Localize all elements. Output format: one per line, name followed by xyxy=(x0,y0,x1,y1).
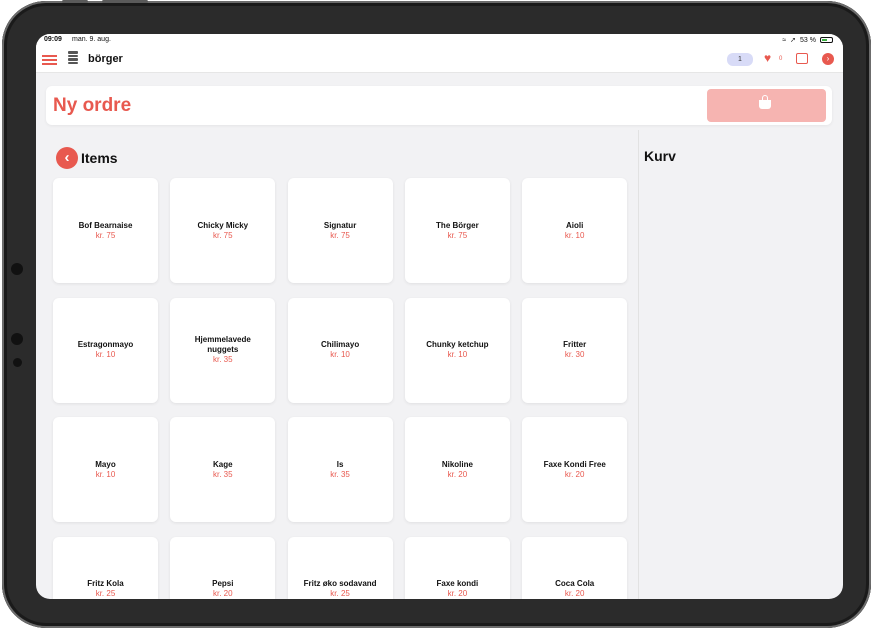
item-name: The Börger xyxy=(436,220,479,230)
item-name: Signatur xyxy=(323,220,357,230)
battery-percent: 53 % xyxy=(800,36,816,44)
hamburger-menu-icon[interactable] xyxy=(42,55,57,65)
battery-icon xyxy=(820,37,833,43)
item-name: Mayo xyxy=(95,459,116,469)
item-card[interactable]: Coca Cola kr. 20 xyxy=(522,536,628,599)
logout-icon[interactable]: › xyxy=(822,53,834,65)
item-card[interactable]: Estragonmayo kr. 10 xyxy=(53,297,158,403)
item-name: Nikoline xyxy=(441,459,473,469)
item-name: Coca Cola xyxy=(555,579,595,589)
item-card[interactable]: Is kr. 35 xyxy=(287,417,393,523)
item-price: kr. 10 xyxy=(564,230,585,240)
item-name: Faxe Kondi Free xyxy=(543,459,606,469)
order-count-badge[interactable]: 1 xyxy=(727,53,753,66)
item-price: kr. 75 xyxy=(95,230,116,240)
items-panel: ‹ Items Bof Bearnaise kr. 75 Chicky Micky k… xyxy=(36,130,638,599)
item-card[interactable]: Faxe kondi kr. 20 xyxy=(404,536,510,599)
item-card[interactable]: Hjemmelavede nuggets kr. 35 xyxy=(170,297,276,403)
item-name: Bof Bearnaise xyxy=(78,220,133,230)
back-button[interactable]: ‹ xyxy=(56,147,78,169)
item-price: kr. 75 xyxy=(213,230,233,240)
camera-dot xyxy=(11,333,23,345)
item-name: Chicky Micky xyxy=(197,220,249,230)
item-price: kr. 10 xyxy=(95,350,116,360)
order-title: Ny ordre xyxy=(53,95,132,116)
basket-icon xyxy=(759,100,771,109)
item-name: Chilimayo xyxy=(320,340,360,350)
item-card[interactable]: Kage kr. 35 xyxy=(170,417,276,523)
item-card[interactable]: Signatur kr. 75 xyxy=(287,178,393,283)
item-price: kr. 20 xyxy=(564,469,585,479)
item-price: kr. 75 xyxy=(447,230,468,240)
item-card[interactable]: Pepsi kr. 20 xyxy=(170,536,276,599)
checkout-basket-button[interactable] xyxy=(707,89,826,122)
item-card[interactable]: Fritz Kola kr. 25 xyxy=(53,536,158,599)
item-price: kr. 20 xyxy=(447,469,468,479)
items-title: Items xyxy=(81,150,118,166)
top-bar: börger 1 ♥ 0 › xyxy=(36,46,843,73)
camera-dot xyxy=(11,263,23,275)
item-name: Fritz Kola xyxy=(87,579,124,589)
item-name: Hjemmelavede nuggets xyxy=(194,335,251,355)
cart-title: Kurv xyxy=(644,148,676,164)
item-price: kr. 35 xyxy=(213,469,233,479)
item-card[interactable]: Nikoline kr. 20 xyxy=(404,417,510,523)
item-price: kr. 75 xyxy=(330,230,350,240)
cart-panel: Kurv xyxy=(638,130,843,599)
item-name: Estragonmayo xyxy=(77,340,134,350)
app-title: börger xyxy=(88,53,123,65)
item-price: kr. 25 xyxy=(95,589,116,599)
item-price: kr. 20 xyxy=(213,589,233,599)
item-name: Aioli xyxy=(566,220,584,230)
location-icon: ➚ xyxy=(790,37,797,44)
item-price: kr. 35 xyxy=(330,469,350,479)
order-header: Ny ordre xyxy=(46,86,832,125)
heart-icon[interactable]: ♥ xyxy=(764,51,771,65)
item-name: Is xyxy=(336,459,344,469)
item-card[interactable]: Chicky Micky kr. 75 xyxy=(170,178,276,283)
status-indicators: ≈ ➚ 53 % xyxy=(782,36,833,44)
device-button xyxy=(102,0,148,3)
printer-icon[interactable] xyxy=(796,53,808,64)
item-price: kr. 30 xyxy=(564,350,585,360)
item-name: Chunky ketchup xyxy=(426,340,489,350)
item-card[interactable]: Chilimayo kr. 10 xyxy=(287,297,393,403)
item-name: Pepsi xyxy=(212,579,234,589)
status-date: man. 9. aug. xyxy=(72,36,111,43)
camera-dot xyxy=(13,358,22,367)
item-name: Kage xyxy=(213,459,233,469)
item-price: kr. 20 xyxy=(447,589,468,599)
item-card[interactable]: Faxe Kondi Free kr. 20 xyxy=(522,417,628,523)
item-price: kr. 35 xyxy=(213,355,233,365)
item-price: kr. 10 xyxy=(447,350,468,360)
item-price: kr. 25 xyxy=(330,589,350,599)
status-time: 09:09 xyxy=(44,36,62,43)
item-name: Fritz øko sodavand xyxy=(303,579,377,589)
item-card[interactable]: The Börger kr. 75 xyxy=(404,178,510,283)
item-card[interactable]: Aioli kr. 10 xyxy=(522,178,628,283)
item-name: Fritter xyxy=(563,340,587,350)
screen: 09:09 man. 9. aug. ≈ ➚ 53 % börger 1 ♥ 0… xyxy=(36,34,843,599)
item-price: kr. 20 xyxy=(564,589,585,599)
item-card[interactable]: Fritz øko sodavand kr. 25 xyxy=(287,536,393,599)
item-price: kr. 10 xyxy=(95,469,116,479)
item-card[interactable]: Chunky ketchup kr. 10 xyxy=(404,297,510,403)
tablet-frame: 09:09 man. 9. aug. ≈ ➚ 53 % börger 1 ♥ 0… xyxy=(2,0,871,628)
item-name: Faxe kondi xyxy=(436,579,479,589)
device-button xyxy=(62,0,88,3)
item-card[interactable]: Mayo kr. 10 xyxy=(53,417,158,523)
item-price: kr. 10 xyxy=(330,350,350,360)
wifi-icon: ≈ xyxy=(782,36,787,44)
favorites-count: 0 xyxy=(779,56,783,62)
burger-logo-icon xyxy=(68,51,78,66)
status-bar: 09:09 man. 9. aug. ≈ ➚ 53 % xyxy=(36,34,843,46)
item-card[interactable]: Fritter kr. 30 xyxy=(522,297,628,403)
item-card[interactable]: Bof Bearnaise kr. 75 xyxy=(53,178,158,283)
